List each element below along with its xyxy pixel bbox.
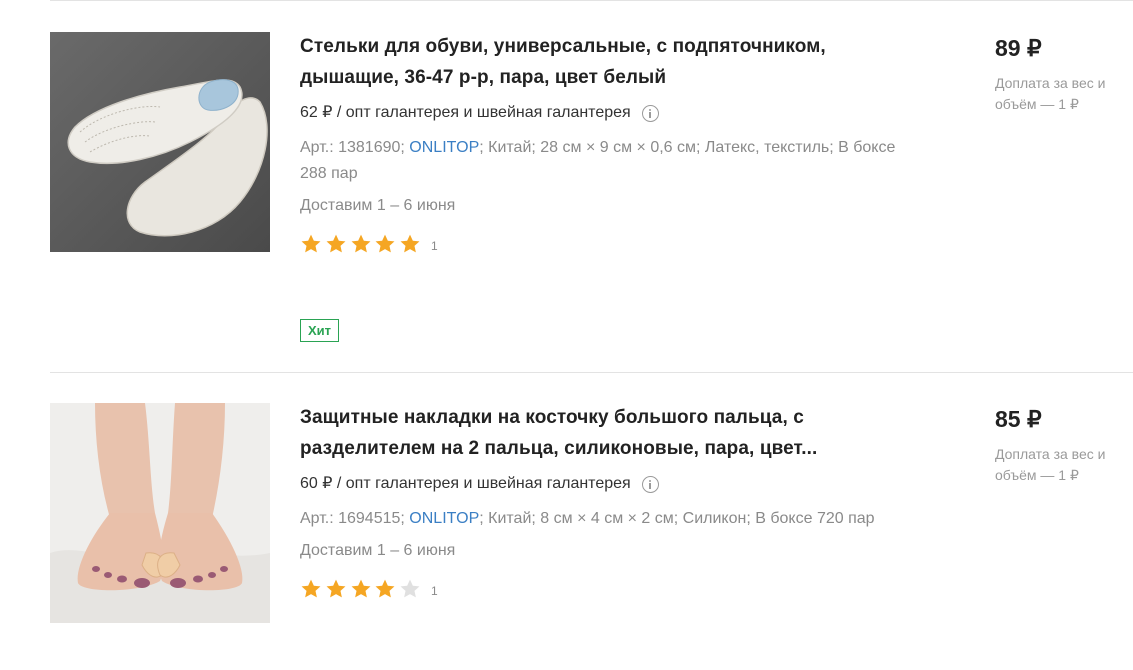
rating-count: 1 xyxy=(430,238,438,253)
price: 85 ₽ xyxy=(995,406,1042,432)
wholesale-price: 60 ₽ / опт галантерея и швейная галантер… xyxy=(300,475,631,492)
star-icon xyxy=(326,234,346,253)
delivery-info: Доставим 1 – 6 июня xyxy=(300,542,456,559)
rating-count: 1 xyxy=(430,583,438,598)
product-meta: Арт.: 1694515; ONLITOP; Китай; 8 см × 4 … xyxy=(300,506,900,532)
meta-details: ; Китай; 8 см × 4 см × 2 см; Силикон; В … xyxy=(479,510,875,527)
meta-article: Арт.: 1694515; xyxy=(300,510,410,527)
rating[interactable]: 1 xyxy=(300,233,900,255)
wholesale-price-row: 60 ₽ / опт галантерея и швейная галантер… xyxy=(300,474,900,494)
info-icon[interactable] xyxy=(641,104,659,122)
meta-article: Арт.: 1381690; xyxy=(300,139,410,156)
product-info: Защитные накладки на косточку большого п… xyxy=(300,403,900,600)
hit-badge: Хит xyxy=(300,319,340,342)
price-column: 89 ₽ Доплата за вес и объём — 1 ₽ xyxy=(995,32,1125,115)
star-icon xyxy=(326,579,346,598)
product-image-toe-protectors[interactable] xyxy=(50,403,270,623)
brand-link[interactable]: ONLITOP xyxy=(409,510,479,527)
row-divider xyxy=(50,372,1133,373)
star-icon xyxy=(351,234,371,253)
product-title[interactable]: Стельки для обуви, универсальные, с подп… xyxy=(300,31,900,93)
top-divider xyxy=(50,0,1133,1)
surcharge-note: Доплата за вес и объём — 1 ₽ xyxy=(995,75,1106,112)
product-title[interactable]: Защитные накладки на косточку большого п… xyxy=(300,402,900,464)
surcharge-note: Доплата за вес и объём — 1 ₽ xyxy=(995,446,1106,483)
star-icon xyxy=(375,579,395,598)
star-icon xyxy=(400,579,420,598)
star-icon xyxy=(400,234,420,253)
delivery-info: Доставим 1 – 6 июня xyxy=(300,197,456,214)
wholesale-price-row: 62 ₽ / опт галантерея и швейная галантер… xyxy=(300,103,900,123)
rating[interactable]: 1 xyxy=(300,578,900,600)
star-icon xyxy=(301,234,321,253)
star-icon xyxy=(301,579,321,598)
product-meta: Арт.: 1381690; ONLITOP; Китай; 28 см × 9… xyxy=(300,135,900,187)
star-icon xyxy=(375,234,395,253)
brand-link[interactable]: ONLITOP xyxy=(409,139,479,156)
product-info: Стельки для обуви, универсальные, с подп… xyxy=(300,32,900,255)
info-icon[interactable] xyxy=(641,475,659,493)
wholesale-price: 62 ₽ / опт галантерея и швейная галантер… xyxy=(300,104,631,121)
price: 89 ₽ xyxy=(995,35,1042,61)
star-icon xyxy=(351,579,371,598)
product-image-insoles[interactable] xyxy=(50,32,270,252)
price-column: 85 ₽ Доплата за вес и объём — 1 ₽ xyxy=(995,403,1125,486)
